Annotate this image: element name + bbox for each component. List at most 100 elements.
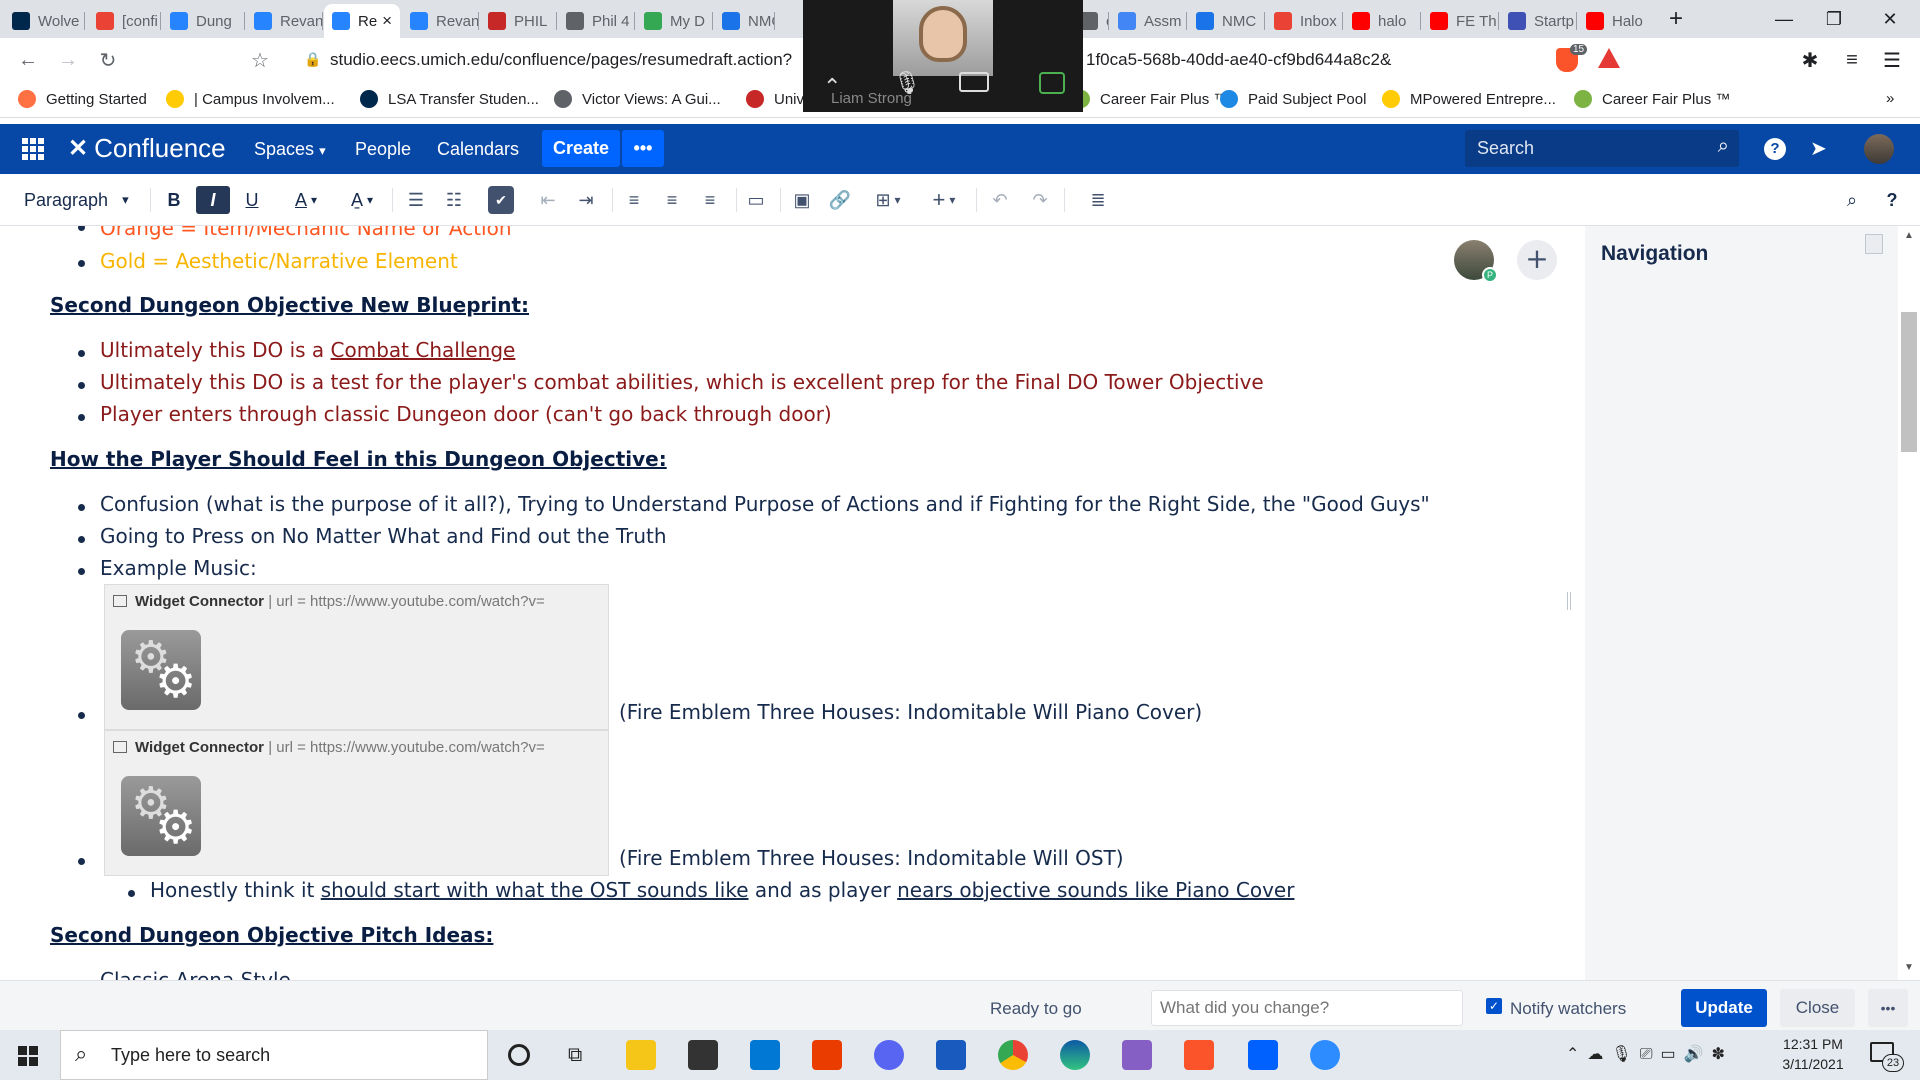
- clock-date[interactable]: 3/11/2021: [1776, 1056, 1850, 1072]
- new-tab-button[interactable]: +: [1648, 0, 1704, 38]
- menu-icon[interactable]: ☰: [1878, 46, 1906, 74]
- browser-tab[interactable]: Revan: [246, 4, 322, 38]
- browser-tab[interactable]: Wolve: [4, 4, 84, 38]
- browser-tab[interactable]: Phil 4: [558, 4, 634, 38]
- brave-icon[interactable]: [1184, 1040, 1214, 1070]
- more-options-button[interactable]: •••: [1868, 989, 1908, 1027]
- browser-tab[interactable]: Assm: [1110, 4, 1186, 38]
- zoom-video-overlay[interactable]: Liam Strong ⌃ 🎙: [803, 0, 1083, 112]
- link-icon[interactable]: 🔗: [826, 186, 854, 214]
- header-search-input[interactable]: Search ⌕: [1465, 130, 1739, 167]
- create-more-button[interactable]: •••: [622, 130, 664, 167]
- help-icon[interactable]: ?: [1764, 138, 1786, 160]
- editor-content[interactable]: Orange = Item/Mechanic Name or Action Go…: [0, 226, 1585, 980]
- brave-rewards-icon[interactable]: [1598, 48, 1620, 68]
- align-center-icon[interactable]: ≡: [658, 186, 686, 214]
- task-view-icon[interactable]: ⧉: [568, 1044, 582, 1067]
- office-icon[interactable]: [812, 1040, 842, 1070]
- word-icon[interactable]: [936, 1040, 966, 1070]
- forward-button[interactable]: →: [54, 46, 82, 74]
- paragraph-style-dropdown[interactable]: Paragraph ▾: [24, 186, 142, 214]
- mute-mic-icon[interactable]: 🎙: [893, 70, 921, 96]
- align-left-icon[interactable]: ≡: [620, 186, 648, 214]
- undo-icon[interactable]: ↶: [986, 186, 1014, 214]
- browser-tab[interactable]: Re ×: [324, 4, 400, 38]
- media-control-icon[interactable]: ≡: [1838, 46, 1866, 74]
- browser-tab[interactable]: Startp: [1500, 4, 1576, 38]
- browser-tab[interactable]: My D: [636, 4, 712, 38]
- maximize-button[interactable]: ❐: [1806, 0, 1862, 38]
- browser-tab[interactable]: [confi: [88, 4, 160, 38]
- minimize-button[interactable]: —: [1756, 0, 1812, 38]
- create-button[interactable]: Create: [542, 130, 620, 167]
- resize-handle[interactable]: [1567, 592, 1571, 610]
- notify-watchers-checkbox[interactable]: ✓: [1486, 998, 1502, 1014]
- bullet-list-icon[interactable]: ☰: [402, 186, 430, 214]
- reload-button[interactable]: ↻: [94, 46, 122, 74]
- insert-more-icon[interactable]: + ▾: [922, 186, 966, 214]
- notifications-icon[interactable]: ➤: [1810, 136, 1827, 161]
- close-button[interactable]: Close: [1780, 989, 1855, 1027]
- underline-icon[interactable]: U: [238, 186, 266, 214]
- store-icon[interactable]: [688, 1040, 718, 1070]
- bookmark-icon[interactable]: ☆: [246, 46, 274, 74]
- image-icon[interactable]: ▣: [788, 186, 816, 214]
- page-properties-icon[interactable]: ≣: [1084, 186, 1112, 214]
- invite-collaborator-button[interactable]: +: [1517, 240, 1557, 280]
- more-bookmarks-icon[interactable]: »: [1886, 90, 1894, 107]
- share-screen-icon[interactable]: [1039, 72, 1065, 94]
- bookmark-item[interactable]: Victor Views: A Gui...: [554, 90, 721, 108]
- redo-icon[interactable]: ↷: [1026, 186, 1054, 214]
- app-switcher-icon[interactable]: [22, 138, 44, 160]
- bookmark-item[interactable]: MPowered Entrepre...: [1382, 90, 1556, 108]
- tray-icons[interactable]: ⌃☁🎙⎚▭🔊✽: [1566, 1044, 1733, 1064]
- align-right-icon[interactable]: ≡: [696, 186, 724, 214]
- text-format-icon[interactable]: A̱ ▾: [340, 186, 384, 214]
- people-link[interactable]: People: [355, 139, 411, 160]
- widget-connector-macro[interactable]: Widget Connector | url = https://www.you…: [104, 730, 609, 876]
- close-tab-icon[interactable]: ×: [382, 11, 392, 31]
- chevron-up-icon[interactable]: ⌃: [823, 74, 841, 100]
- help-shortcuts-icon[interactable]: ?: [1878, 186, 1906, 214]
- bookmark-item[interactable]: Career Fair Plus ™: [1072, 90, 1228, 108]
- bookmark-item[interactable]: Getting Started: [18, 90, 147, 108]
- text-color-icon[interactable]: A ▾: [284, 186, 328, 214]
- close-window-button[interactable]: ✕: [1862, 0, 1918, 38]
- indent-icon[interactable]: ⇥: [572, 186, 600, 214]
- italic-icon[interactable]: I: [196, 186, 230, 214]
- browser-tab[interactable]: PHIL: [480, 4, 556, 38]
- browser-tab[interactable]: NMC: [714, 4, 774, 38]
- spaces-menu[interactable]: Spaces ▾: [254, 139, 326, 160]
- discord-icon[interactable]: [874, 1040, 904, 1070]
- extensions-icon[interactable]: ✱: [1796, 46, 1824, 74]
- browser-tab[interactable]: Halo: [1578, 4, 1654, 38]
- update-button[interactable]: Update: [1681, 989, 1767, 1027]
- taskbar-search-box[interactable]: ⌕ Type here to search: [60, 1030, 488, 1080]
- browser-tab[interactable]: halo: [1344, 4, 1420, 38]
- scrollbar[interactable]: ▲ ▼: [1898, 226, 1920, 980]
- mail-icon[interactable]: [750, 1040, 780, 1070]
- clock-time[interactable]: 12:31 PM: [1778, 1036, 1848, 1052]
- collapse-nav-button[interactable]: [1865, 234, 1883, 254]
- bookmark-item[interactable]: Paid Subject Pool: [1220, 90, 1366, 108]
- browser-tab[interactable]: Inbox: [1266, 4, 1342, 38]
- scroll-up-arrow[interactable]: ▲: [1904, 230, 1914, 241]
- change-comment-input[interactable]: [1151, 990, 1463, 1026]
- task-list-icon[interactable]: ✔: [488, 186, 514, 214]
- browser-tab[interactable]: Dung: [162, 4, 244, 38]
- bookmark-item[interactable]: Univ: [746, 90, 804, 108]
- calendars-link[interactable]: Calendars: [437, 139, 519, 160]
- numbered-list-icon[interactable]: ☷: [440, 186, 468, 214]
- browser-tab[interactable]: Revan: [402, 4, 478, 38]
- back-button[interactable]: ←: [14, 46, 42, 74]
- find-replace-icon[interactable]: ⌕: [1838, 186, 1866, 214]
- confluence-logo[interactable]: ✕ Confluence: [68, 133, 226, 164]
- windows-start-icon[interactable]: [18, 1046, 38, 1066]
- bookmark-item[interactable]: LSA Transfer Studen...: [360, 90, 539, 108]
- bold-icon[interactable]: B: [160, 186, 188, 214]
- chrome-icon[interactable]: [998, 1040, 1028, 1070]
- table-icon[interactable]: ⊞ ▾: [866, 186, 910, 214]
- stop-video-icon[interactable]: [959, 72, 989, 92]
- scroll-down-arrow[interactable]: ▼: [1904, 962, 1914, 973]
- file-explorer-icon[interactable]: [626, 1040, 656, 1070]
